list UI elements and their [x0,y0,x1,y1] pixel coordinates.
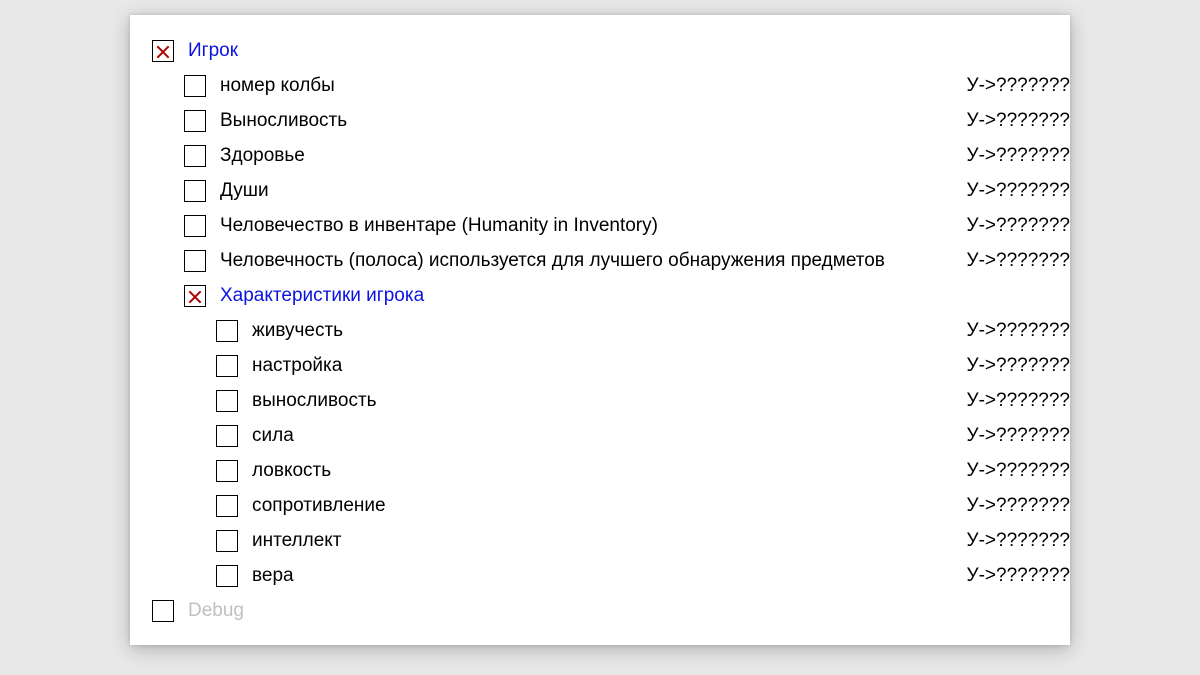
group-player-label: Игрок [188,40,238,62]
item-flask-number-label: номер колбы [220,75,967,97]
checkbox-humanity-bar[interactable] [184,250,206,272]
checkbox-stamina[interactable] [184,110,206,132]
group-debug-label: Debug [188,600,244,622]
item-souls-label: Души [220,180,967,202]
item-health: Здоровье У->??????? [184,138,1070,173]
item-faith-value: У->??????? [967,565,1070,587]
item-faith-label: вера [252,565,967,587]
group-debug: Debug [152,593,1070,628]
checkbox-souls[interactable] [184,180,206,202]
item-humanity-inventory: Человечество в инвентаре (Humanity in In… [184,208,1070,243]
item-dexterity-label: ловкость [252,460,967,482]
item-resistance: сопротивление У->??????? [216,488,1070,523]
checkbox-player-stats[interactable] [184,285,206,307]
item-vitality-label: живучесть [252,320,967,342]
cheat-tree-panel: Игрок номер колбы У->??????? Выносливост… [130,15,1070,645]
checkbox-debug[interactable] [152,600,174,622]
item-attunement-value: У->??????? [967,355,1070,377]
item-vitality-value: У->??????? [967,320,1070,342]
item-endurance-value: У->??????? [967,390,1070,412]
checkbox-endurance[interactable] [216,390,238,412]
item-humanity-bar: Человечность (полоса) используется для л… [184,243,1070,278]
item-stamina-label: Выносливость [220,110,967,132]
checkbox-flask-number[interactable] [184,75,206,97]
item-vitality: живучесть У->??????? [216,313,1070,348]
item-dexterity-value: У->??????? [967,460,1070,482]
item-dexterity: ловкость У->??????? [216,453,1070,488]
item-humanity-bar-value: У->??????? [967,250,1070,272]
item-humanity-bar-label: Человечность (полоса) используется для л… [220,250,967,272]
item-intelligence: интеллект У->??????? [216,523,1070,558]
item-souls: Души У->??????? [184,173,1070,208]
item-endurance: выносливость У->??????? [216,383,1070,418]
item-attunement-label: настройка [252,355,967,377]
item-health-value: У->??????? [967,145,1070,167]
item-souls-value: У->??????? [967,180,1070,202]
checkbox-faith[interactable] [216,565,238,587]
item-strength-value: У->??????? [967,425,1070,447]
item-humanity-inventory-value: У->??????? [967,215,1070,237]
item-flask-number-value: У->??????? [967,75,1070,97]
checkbox-player[interactable] [152,40,174,62]
checkbox-dexterity[interactable] [216,460,238,482]
checkbox-vitality[interactable] [216,320,238,342]
item-flask-number: номер колбы У->??????? [184,68,1070,103]
checkbox-attunement[interactable] [216,355,238,377]
item-faith: вера У->??????? [216,558,1070,593]
checkbox-humanity-inventory[interactable] [184,215,206,237]
item-intelligence-label: интеллект [252,530,967,552]
item-health-label: Здоровье [220,145,967,167]
item-attunement: настройка У->??????? [216,348,1070,383]
item-humanity-inventory-label: Человечество в инвентаре (Humanity in In… [220,215,967,237]
item-stamina-value: У->??????? [967,110,1070,132]
group-player-stats-label: Характеристики игрока [220,285,424,307]
group-player: Игрок [152,33,1070,68]
item-strength: сила У->??????? [216,418,1070,453]
item-stamina: Выносливость У->??????? [184,103,1070,138]
item-endurance-label: выносливость [252,390,967,412]
item-strength-label: сила [252,425,967,447]
checkbox-intelligence[interactable] [216,530,238,552]
item-resistance-value: У->??????? [967,495,1070,517]
item-resistance-label: сопротивление [252,495,967,517]
checkbox-resistance[interactable] [216,495,238,517]
group-player-stats: Характеристики игрока [184,278,1070,313]
item-intelligence-value: У->??????? [967,530,1070,552]
checkbox-health[interactable] [184,145,206,167]
checkbox-strength[interactable] [216,425,238,447]
